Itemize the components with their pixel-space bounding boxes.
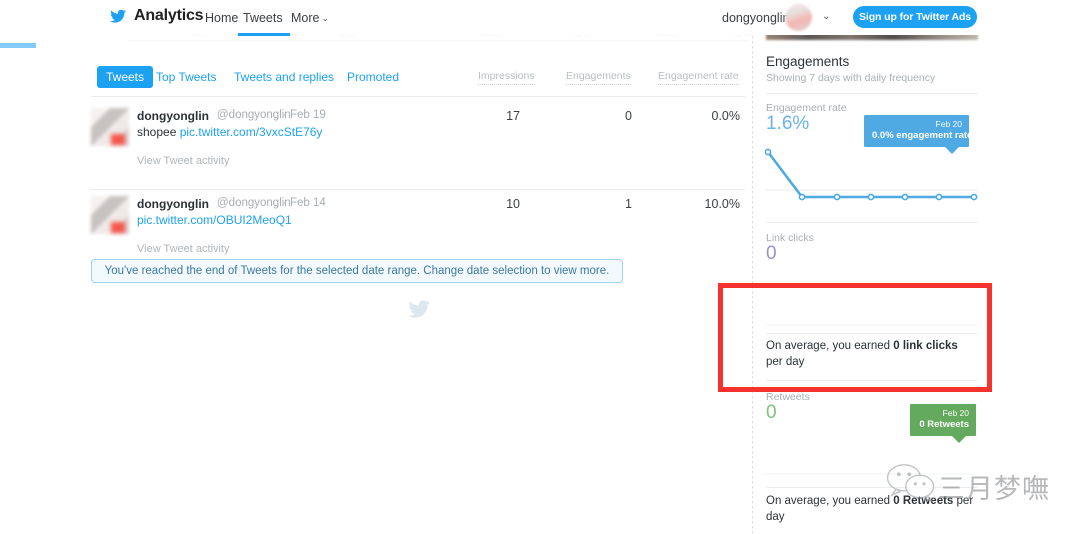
average-bold-value: 0 link clicks: [893, 340, 958, 352]
chevron-down-icon: ⌄: [321, 13, 330, 23]
avatar: [91, 108, 129, 146]
nav-active-underline: [238, 33, 290, 36]
cell-engagement-rate: 10.0%: [704, 197, 740, 211]
nav-link-more[interactable]: More ⌄: [291, 11, 329, 25]
tweet-date: Feb 14: [290, 197, 326, 209]
link-clicks-value: 0: [766, 243, 777, 264]
cell-impressions: 10: [506, 197, 520, 211]
nav-link-more-label: More: [291, 11, 320, 25]
divider: [766, 333, 978, 334]
link-clicks-metric: Link clicks 0: [766, 232, 814, 264]
divider: [766, 222, 978, 223]
column-header-engagements: Engagements: [566, 70, 631, 85]
tweet-meta-separator: ·: [283, 109, 287, 121]
chart-tooltip-retweets: Feb 20 0 Retweets: [910, 404, 976, 444]
engagement-rate-line-chart: [765, 148, 978, 201]
nav-link-tweets[interactable]: Tweets: [243, 11, 283, 25]
ghost-axis-line: [128, 40, 748, 41]
account-name-label: dongyonglin: [722, 11, 790, 25]
tooltip-value: 0.0% engagement rate: [872, 130, 973, 142]
tweet-text: shopee pic.twitter.com/3vxcStE76y: [137, 125, 322, 139]
chevron-down-icon[interactable]: ⌄: [822, 11, 830, 22]
view-tweet-activity-link[interactable]: View Tweet activity: [137, 243, 230, 255]
tooltip-value: 0 Retweets: [919, 419, 969, 431]
signup-twitter-ads-button[interactable]: Sign up for Twitter Ads: [853, 6, 977, 28]
tweet-meta-separator: ·: [283, 197, 287, 209]
tweet-date: Feb 19: [290, 109, 326, 121]
tooltip-date: Feb 20: [942, 408, 969, 418]
link-clicks-line-chart: [765, 324, 977, 326]
engagement-rate-metric: Engagement rate 1.6%: [766, 102, 847, 134]
divider: [766, 93, 978, 94]
twitter-bird-icon: [405, 298, 433, 321]
tweet-media-link[interactable]: pic.twitter.com/OBUI2MeoQ1: [137, 213, 292, 227]
tweet-media-link[interactable]: pic.twitter.com/3vxcStE76y: [180, 125, 323, 139]
tab-tweets[interactable]: Tweets: [97, 66, 154, 88]
tab-tweets-and-replies[interactable]: Tweets and replies: [225, 66, 343, 88]
engagement-rate-value: 1.6%: [766, 113, 810, 134]
engagements-subtitle: Showing 7 days with daily frequency: [766, 72, 936, 84]
tweet-body: shopee: [137, 125, 180, 139]
engagements-card: Engagements Showing 7 days with daily fr…: [766, 54, 992, 84]
cell-engagement-rate: 0.0%: [711, 109, 741, 123]
tab-top-tweets[interactable]: Top Tweets: [147, 66, 225, 88]
tooltip-date: Feb 20: [935, 119, 962, 129]
table-row[interactable]: dongyonglin @dongyonglin · Feb 19 shopee…: [0, 108, 745, 196]
main-content: Tweets Top Tweets Tweets and replies Pro…: [0, 44, 745, 534]
divider: [91, 189, 745, 190]
tweet-author-name: dongyonglin: [137, 109, 209, 123]
tweets-tab-bar: Tweets Top Tweets Tweets and replies Pro…: [0, 66, 745, 92]
tweet-author-handle: @dongyonglin: [217, 109, 291, 121]
divider: [766, 380, 978, 381]
tweet-text: pic.twitter.com/OBUI2MeoQ1: [137, 213, 292, 227]
retweets-value: 0: [766, 402, 777, 423]
retweets-average-text: On average, you earned 0 Retweets per da…: [766, 494, 976, 525]
average-prefix: On average, you earned: [766, 495, 894, 507]
average-suffix: per day: [766, 355, 805, 368]
end-of-tweets-message: You've reached the end of Tweets for the…: [104, 265, 610, 277]
twitter-bird-icon: [108, 8, 128, 25]
retweets-metric: Retweets 0: [766, 391, 810, 423]
tab-promoted[interactable]: Promoted: [338, 66, 408, 88]
link-clicks-average-text: On average, you earned 0 link clicks per…: [766, 339, 971, 370]
cell-engagements: 1: [625, 197, 632, 211]
average-prefix: On average, you earned: [766, 340, 894, 352]
tweet-author-handle: @dongyonglin: [217, 197, 291, 209]
end-of-tweets-banner: You've reached the end of Tweets for the…: [91, 259, 623, 283]
retweets-line-chart: [765, 473, 977, 475]
view-tweet-activity-link[interactable]: View Tweet activity: [137, 155, 230, 167]
divider: [91, 96, 745, 97]
tweet-author-name: dongyonglin: [137, 197, 209, 211]
nav-link-home[interactable]: Home: [205, 11, 238, 25]
avatar: [91, 196, 129, 234]
cell-engagements: 0: [625, 109, 632, 123]
cell-impressions: 17: [506, 109, 520, 123]
column-header-impressions: Impressions: [478, 70, 535, 85]
brand-title: Analytics: [134, 7, 204, 24]
analytics-page: Feb 14 Feb 15 Feb 16 Feb 17 Feb 18 Feb 1…: [0, 0, 1080, 534]
avatar[interactable]: [785, 4, 812, 31]
chart-tooltip-engagement-rate: Feb 20 0.0% engagement rate: [864, 115, 973, 155]
top-navigation-bar: Analytics Home Tweets More ⌄ dongyonglin ⌄…: [0, 0, 1080, 36]
divider: [766, 487, 978, 488]
column-header-engagement-rate: Engagement rate: [658, 70, 739, 85]
engagements-title: Engagements: [766, 54, 850, 69]
average-bold-value: 0 Retweets: [893, 495, 954, 507]
